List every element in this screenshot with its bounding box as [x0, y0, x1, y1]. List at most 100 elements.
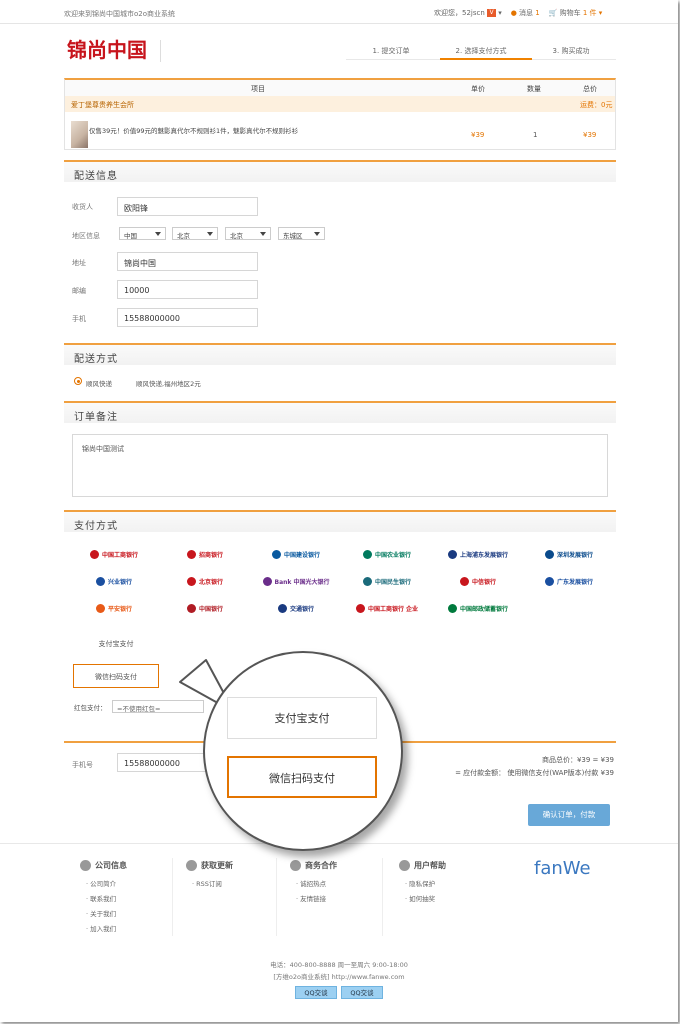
bank-logo-icon: [89, 549, 99, 559]
bank-name: 中国银行: [198, 605, 223, 613]
payable-total: = 应付款金额： 使用微信支付(WAP版本)付款 ¥39: [455, 769, 614, 777]
footer-link[interactable]: · 如何抽奖: [405, 893, 446, 903]
summary-phone-input[interactable]: 15588000000: [117, 753, 209, 772]
bank-logo-icon: [447, 549, 457, 559]
shipping-option-label[interactable]: 顺风快递: [86, 378, 112, 388]
district-select[interactable]: 东城区: [278, 227, 325, 240]
bank-logo-icon: [544, 576, 554, 586]
footer-link-text: 关于我们: [90, 910, 117, 918]
bank-option[interactable]: 北京银行: [163, 571, 247, 591]
bank-option[interactable]: 中国民生银行: [345, 571, 429, 591]
delivery-info-title: 配送信息: [74, 171, 118, 182]
product-name[interactable]: 仅售39元！价值99元的魅影真代尔不规则衫1件，魅影真代尔不规则衫衫: [89, 125, 298, 135]
bank-logo-icon: [186, 576, 196, 586]
qq-chat-button-2[interactable]: QQ交谈: [341, 986, 383, 999]
bank-option[interactable]: 中国邮政储蓄银行: [436, 598, 520, 618]
zip-input[interactable]: 10000: [117, 280, 258, 299]
phone-input[interactable]: 15588000000: [117, 308, 258, 327]
chevron-down-icon: [155, 232, 161, 236]
message-link[interactable]: 消息: [519, 9, 533, 17]
footer-link[interactable]: · 公司简介: [86, 878, 127, 888]
alipay-button[interactable]: 支付宝支付: [72, 631, 160, 655]
bank-name: 中国工商银行 企业: [367, 605, 419, 613]
bank-option[interactable]: 中国工商银行 企业: [345, 598, 429, 618]
info-icon: [399, 860, 410, 871]
product-thumbnail[interactable]: [71, 121, 88, 148]
footer-link[interactable]: · 加入我们: [86, 923, 127, 933]
bank-name: 上海浦东发展银行: [459, 551, 508, 559]
bank-option[interactable]: 中国农业银行: [345, 544, 429, 564]
shipping-option-desc: 顺风快递,福州地区2元: [136, 380, 201, 388]
info-icon: [80, 860, 91, 871]
bank-logo-icon: [186, 603, 196, 613]
bank-option[interactable]: 中国建设银行: [254, 544, 338, 564]
delivery-info-header: 配送信息: [64, 160, 616, 182]
wechat-pay-button[interactable]: 微信扫码支付: [73, 664, 159, 688]
top-bar: 欢迎来到锦尚中国城市o2o商业系统 欢迎您，52jscn V ▾ ● 消息 1 …: [0, 0, 678, 24]
zoom-alipay-option: 支付宝支付: [227, 697, 377, 739]
shipping-radio[interactable]: [74, 377, 82, 385]
bank-name: 兴业银行: [107, 578, 132, 586]
bank-option[interactable]: 中信银行: [436, 571, 520, 591]
city-value: 北京: [230, 232, 243, 240]
col-item: 项目: [251, 85, 265, 93]
checkout-steps: 1. 提交订单 2. 选择支付方式 3. 购买成功: [346, 46, 616, 60]
bank-option[interactable]: 中国银行: [163, 598, 247, 618]
footer-link[interactable]: · 友情链接: [296, 893, 337, 903]
footer-link[interactable]: · 诚招热点: [296, 878, 337, 888]
col-unit-price: 单价: [471, 85, 485, 93]
order-remark-textarea[interactable]: 锦尚中国测试: [72, 434, 608, 497]
bank-option[interactable]: 招商银行: [163, 544, 247, 564]
chevron-down-icon: [207, 232, 213, 236]
city-select[interactable]: 北京: [225, 227, 271, 240]
zoom-wechat-option: 微信扫码支付: [227, 756, 377, 798]
qq-chat-button-1[interactable]: QQ交谈: [295, 986, 337, 999]
footer-link-text: 联系我们: [90, 895, 117, 903]
cart-table-header: 项目 单价 数量 总价: [65, 80, 615, 96]
info-icon: [186, 860, 197, 871]
footer-column: 用户帮助 · 隐私保护 · 如何抽奖: [399, 860, 446, 908]
zip-label: 邮编: [72, 287, 86, 295]
footer-link[interactable]: · 联系我们: [86, 893, 127, 903]
user-level-icon: V: [487, 9, 497, 17]
footer-link[interactable]: · RSS订阅: [192, 878, 233, 888]
bank-option[interactable]: 深圳发展银行: [527, 544, 611, 564]
footer-column: 公司信息 · 公司简介 · 联系我们 · 关于我们 · 加入我们: [80, 860, 127, 938]
footer-link-text: 公司简介: [90, 880, 117, 888]
bank-logo-icon: [95, 603, 105, 613]
footer-link[interactable]: · 关于我们: [86, 908, 127, 918]
footer-link-text: 加入我们: [90, 925, 117, 933]
site-logo[interactable]: 锦尚中国: [67, 34, 147, 63]
footer-link-text: 友情链接: [300, 895, 327, 903]
footer-link-text: 诚招热点: [300, 880, 327, 888]
footer-column-title-text: 公司信息: [95, 861, 127, 870]
address-input[interactable]: 锦尚中国: [117, 252, 258, 271]
region-label: 地区信息: [72, 232, 100, 240]
fanwe-logo[interactable]: fanWe: [534, 858, 591, 879]
shipping-method-header: 配送方式: [64, 343, 616, 365]
receiver-input[interactable]: 欧阳锋: [117, 197, 258, 216]
bank-name: 中国农业银行: [374, 551, 411, 559]
bank-logo-icon: [186, 549, 196, 559]
col-quantity: 数量: [527, 85, 541, 93]
bank-option[interactable]: Bank 中国光大银行: [254, 571, 338, 591]
bank-option[interactable]: 广东发展银行: [527, 571, 611, 591]
footer-col-divider: [172, 858, 173, 936]
greeting-link[interactable]: 欢迎您，52jscn: [434, 9, 485, 17]
bank-option[interactable]: 上海浦东发展银行: [436, 544, 520, 564]
cart-chevron-down-icon[interactable]: ▾: [599, 9, 603, 17]
bank-option[interactable]: 交通银行: [254, 598, 338, 618]
confirm-order-button[interactable]: 确认订单，付款: [528, 804, 610, 826]
footer-column-title-text: 商务合作: [305, 861, 337, 870]
footer-link[interactable]: · 隐私保护: [405, 878, 446, 888]
bank-option[interactable]: 平安银行: [72, 598, 156, 618]
shop-name[interactable]: 爱丁堡尊贵养生会所: [71, 100, 134, 110]
bank-option[interactable]: 中国工商银行: [72, 544, 156, 564]
bank-option[interactable]: 兴业银行: [72, 571, 156, 591]
cart-link[interactable]: 购物车: [560, 9, 581, 17]
province-select[interactable]: 北京: [172, 227, 218, 240]
chevron-down-icon[interactable]: ▾: [498, 9, 502, 17]
country-select[interactable]: 中国: [119, 227, 166, 240]
cart-icon: 🛒: [548, 9, 558, 17]
footer-company[interactable]: [方维o2o商业系统] http://www.fanwe.com: [0, 971, 678, 981]
